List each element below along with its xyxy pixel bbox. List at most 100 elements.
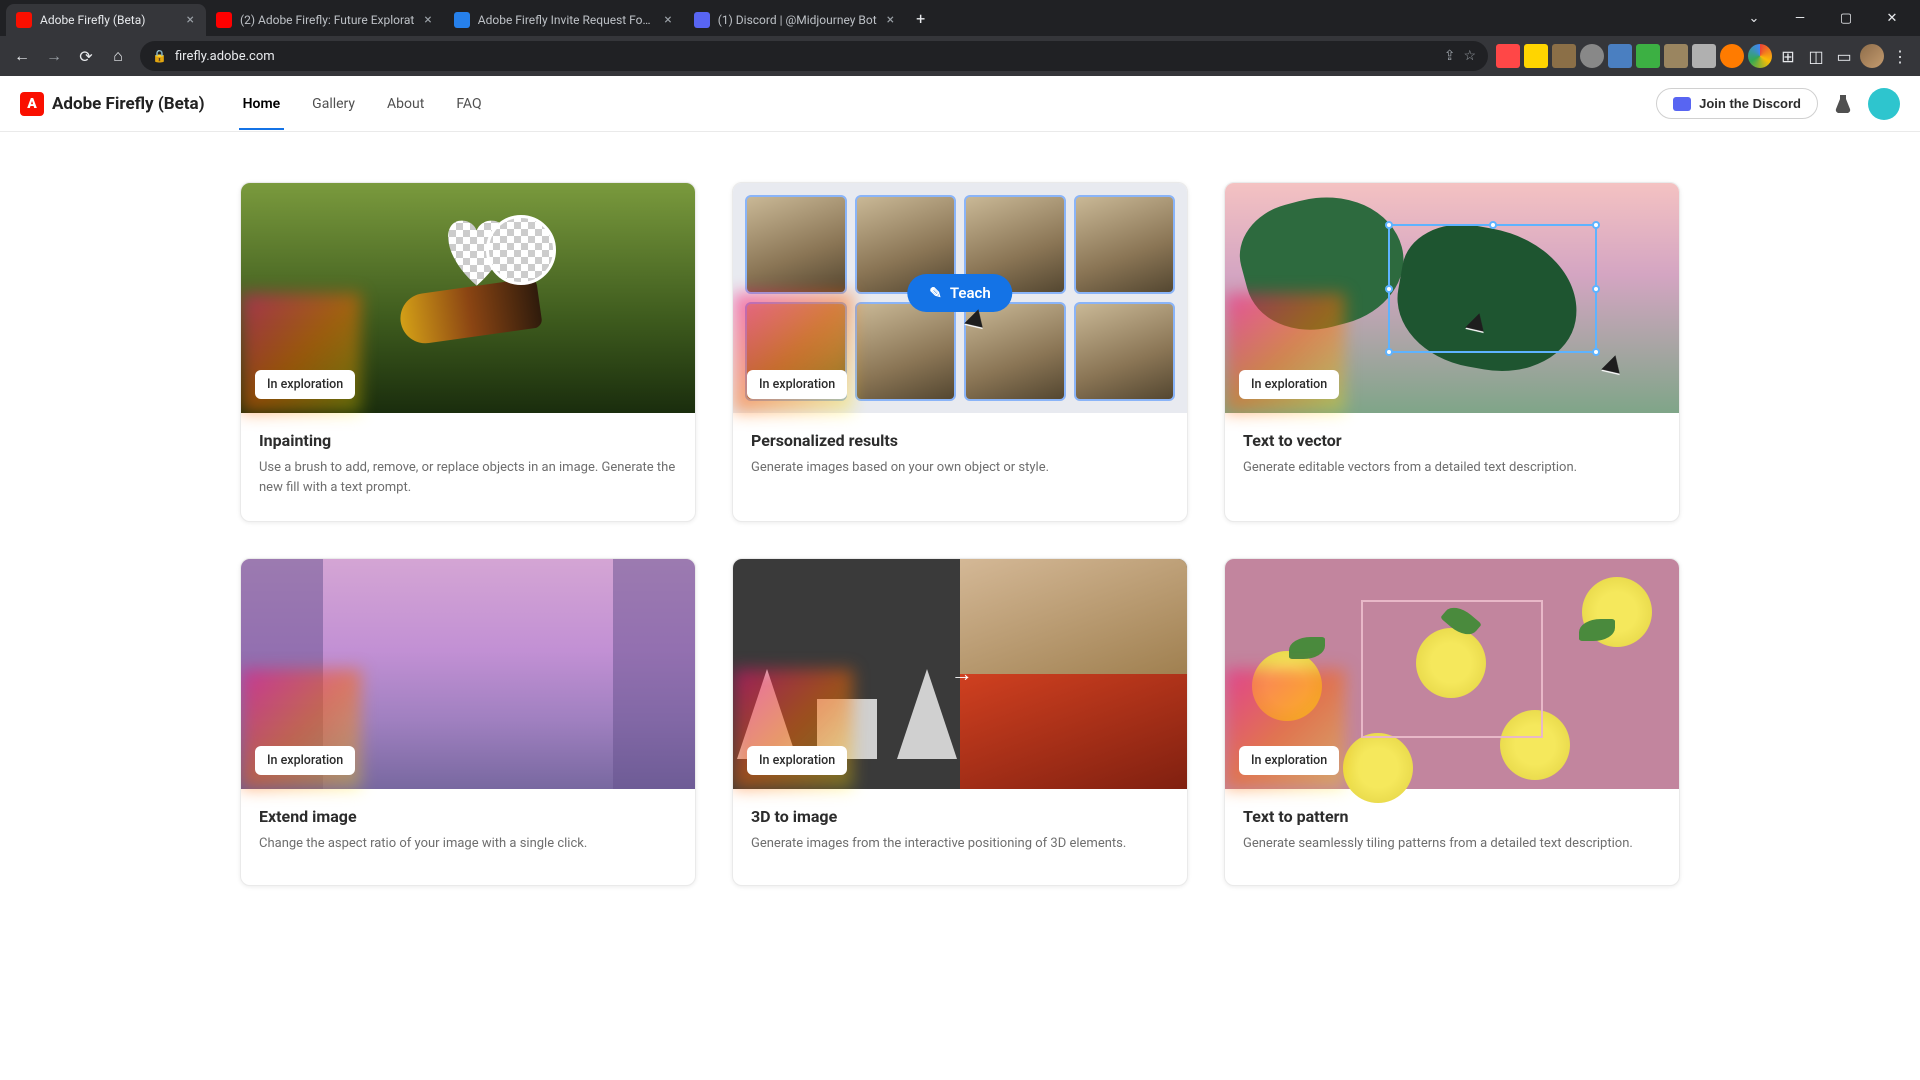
share-icon[interactable]: ⇪: [1444, 48, 1456, 64]
beaker-icon[interactable]: [1834, 94, 1852, 114]
browser-menu-button[interactable]: ⋮: [1888, 44, 1912, 68]
card-description: Change the aspect ratio of your image wi…: [259, 834, 677, 854]
nav-faq[interactable]: FAQ: [442, 78, 495, 130]
card-title: Inpainting: [259, 431, 677, 450]
join-discord-button[interactable]: Join the Discord: [1656, 88, 1818, 119]
reading-list-icon[interactable]: ▭: [1832, 44, 1856, 68]
home-button[interactable]: ⌂: [104, 42, 132, 70]
close-window-button[interactable]: ✕: [1870, 2, 1914, 34]
tab-title: Adobe Firefly Invite Request Form: [478, 13, 655, 27]
card-image: In exploration: [241, 183, 695, 413]
side-panel-icon[interactable]: ◫: [1804, 44, 1828, 68]
card-body: Text to pattern Generate seamlessly tili…: [1225, 789, 1679, 885]
browser-tab-2[interactable]: Adobe Firefly Invite Request Form ×: [444, 4, 684, 36]
close-icon[interactable]: ×: [662, 12, 673, 28]
extension-icon[interactable]: [1692, 44, 1716, 68]
user-avatar[interactable]: [1868, 88, 1900, 120]
nav-icons: ← → ⟳ ⌂: [8, 42, 132, 70]
nav-gallery[interactable]: Gallery: [298, 78, 369, 130]
card-text-to-vector[interactable]: In exploration Text to vector Generate e…: [1224, 182, 1680, 522]
url-text: firefly.adobe.com: [175, 49, 1436, 64]
card-body: Text to vector Generate editable vectors…: [1225, 413, 1679, 509]
card-body: 3D to image Generate images from the int…: [733, 789, 1187, 885]
favicon-icon: [16, 12, 32, 28]
selection-box: [1388, 224, 1597, 353]
tab-strip: Adobe Firefly (Beta) × (2) Adobe Firefly…: [0, 0, 1920, 36]
close-icon[interactable]: ×: [422, 12, 433, 28]
adobe-logo-icon: A: [20, 92, 44, 116]
favicon-icon: [694, 12, 710, 28]
site-logo[interactable]: A Adobe Firefly (Beta): [20, 92, 205, 116]
card-title: Text to vector: [1243, 431, 1661, 450]
window-controls: ⌄ — ▢ ✕: [1732, 2, 1914, 34]
forward-button[interactable]: →: [40, 42, 68, 70]
arrow-right-icon: →: [951, 661, 973, 687]
browser-toolbar: ← → ⟳ ⌂ 🔒 firefly.adobe.com ⇪ ☆ ⊞ ◫ ▭: [0, 36, 1920, 76]
lock-icon: 🔒: [152, 49, 167, 63]
card-description: Generate seamlessly tiling patterns from…: [1243, 834, 1661, 854]
card-body: Inpainting Use a brush to add, remove, o…: [241, 413, 695, 521]
extensions-menu-icon[interactable]: ⊞: [1776, 44, 1800, 68]
extension-icon[interactable]: [1524, 44, 1548, 68]
card-3d-to-image[interactable]: → In exploration 3D to image Generate im…: [732, 558, 1188, 886]
extension-icon[interactable]: [1608, 44, 1632, 68]
discord-icon: [1673, 97, 1691, 111]
nav-about[interactable]: About: [373, 78, 438, 130]
card-grid: In exploration Inpainting Use a brush to…: [0, 132, 1920, 886]
back-button[interactable]: ←: [8, 42, 36, 70]
extension-icon[interactable]: [1580, 44, 1604, 68]
card-description: Generate editable vectors from a detaile…: [1243, 458, 1661, 478]
card-image: → In exploration: [733, 559, 1187, 789]
page-content: A Adobe Firefly (Beta) Home Gallery Abou…: [0, 76, 1920, 1080]
tile-frame: [1361, 600, 1543, 738]
address-bar[interactable]: 🔒 firefly.adobe.com ⇪ ☆: [140, 41, 1488, 71]
teach-icon: ✎: [929, 284, 942, 302]
reload-button[interactable]: ⟳: [72, 42, 100, 70]
tab-title: (2) Adobe Firefly: Future Explorat: [240, 13, 414, 27]
browser-chrome: Adobe Firefly (Beta) × (2) Adobe Firefly…: [0, 0, 1920, 76]
card-image: In exploration: [241, 559, 695, 789]
cursor-icon: [1602, 355, 1627, 380]
favicon-icon: [216, 12, 232, 28]
tab-title: (1) Discord | @Midjourney Bot: [718, 13, 877, 27]
favicon-icon: [454, 12, 470, 28]
close-icon[interactable]: ×: [185, 12, 196, 28]
extension-icon[interactable]: [1636, 44, 1660, 68]
extension-icon[interactable]: [1664, 44, 1688, 68]
maximize-button[interactable]: ▢: [1824, 2, 1868, 34]
status-badge: In exploration: [255, 370, 355, 399]
status-badge: In exploration: [747, 746, 847, 775]
teach-label: Teach: [950, 284, 991, 302]
status-badge: In exploration: [255, 746, 355, 775]
card-title: Personalized results: [751, 431, 1169, 450]
chevron-down-icon[interactable]: ⌄: [1732, 2, 1776, 34]
card-text-to-pattern[interactable]: In exploration Text to pattern Generate …: [1224, 558, 1680, 886]
tab-title: Adobe Firefly (Beta): [40, 13, 177, 27]
teach-button: ✎ Teach: [907, 274, 1012, 312]
profile-avatar[interactable]: [1860, 44, 1884, 68]
nav-home[interactable]: Home: [229, 78, 295, 130]
card-body: Extend image Change the aspect ratio of …: [241, 789, 695, 885]
minimize-button[interactable]: —: [1778, 2, 1822, 34]
card-personalized-results[interactable]: ✎ Teach In exploration Personalized resu…: [732, 182, 1188, 522]
extension-icon[interactable]: [1496, 44, 1520, 68]
header-right: Join the Discord: [1656, 88, 1900, 120]
browser-tab-1[interactable]: (2) Adobe Firefly: Future Explorat ×: [206, 4, 444, 36]
close-icon[interactable]: ×: [885, 12, 896, 28]
card-title: Text to pattern: [1243, 807, 1661, 826]
card-title: Extend image: [259, 807, 677, 826]
card-body: Personalized results Generate images bas…: [733, 413, 1187, 509]
extension-icons: ⊞ ◫ ▭ ⋮: [1496, 44, 1912, 68]
bookmark-icon[interactable]: ☆: [1463, 48, 1476, 64]
browser-tab-0[interactable]: Adobe Firefly (Beta) ×: [6, 4, 206, 36]
card-extend-image[interactable]: In exploration Extend image Change the a…: [240, 558, 696, 886]
discord-label: Join the Discord: [1699, 96, 1801, 111]
status-badge: In exploration: [747, 370, 847, 399]
site-header: A Adobe Firefly (Beta) Home Gallery Abou…: [0, 76, 1920, 132]
new-tab-button[interactable]: +: [906, 3, 935, 34]
browser-tab-3[interactable]: (1) Discord | @Midjourney Bot ×: [684, 4, 906, 36]
card-inpainting[interactable]: In exploration Inpainting Use a brush to…: [240, 182, 696, 522]
extension-icon[interactable]: [1720, 44, 1744, 68]
extension-icon[interactable]: [1748, 44, 1772, 68]
extension-icon[interactable]: [1552, 44, 1576, 68]
